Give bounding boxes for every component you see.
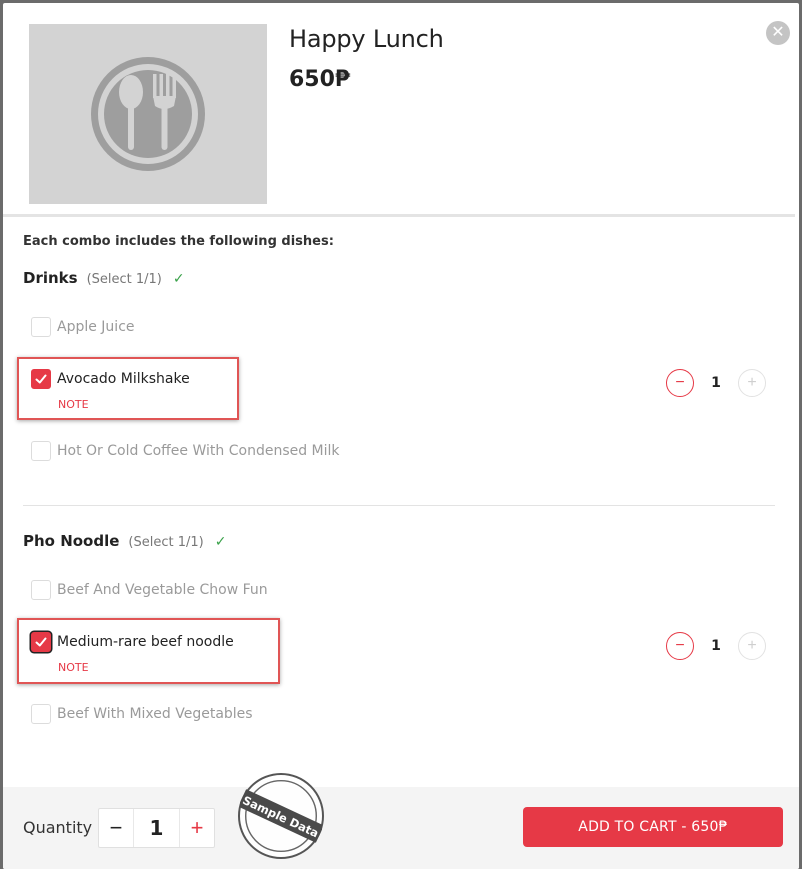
checkbox[interactable] <box>31 704 51 724</box>
increment-button[interactable]: + <box>738 632 766 660</box>
checkbox[interactable] <box>31 317 51 337</box>
header-divider <box>3 214 795 217</box>
note-link[interactable]: NOTE <box>58 398 89 411</box>
option-label: Avocado Milkshake <box>57 371 190 387</box>
svg-text:Sample Data: Sample Data <box>241 793 321 840</box>
group-name: Pho Noodle <box>23 532 120 550</box>
check-icon: ✓ <box>172 270 185 286</box>
checkbox[interactable] <box>31 580 51 600</box>
option-quantity: 1 <box>711 638 721 654</box>
close-icon: ✕ <box>771 24 785 41</box>
check-icon: ✓ <box>214 533 227 549</box>
option-label: Medium-rare beef noodle <box>57 634 234 650</box>
sample-data-stamp: Sample Data <box>238 773 324 859</box>
option-label: Beef And Vegetable Chow Fun <box>57 582 268 598</box>
option-medium-rare-beef-noodle[interactable]: Medium-rare beef noodle <box>31 632 234 652</box>
option-label: Apple Juice <box>57 319 135 335</box>
option-quantity-stepper: − 1 + <box>666 632 766 660</box>
spoon-fork-plate-icon <box>91 57 205 171</box>
option-quantity: 1 <box>711 375 721 391</box>
decrement-button[interactable]: − <box>666 632 694 660</box>
checkmark-icon <box>35 374 47 384</box>
modal-footer: Quantity − 1 + ADD TO CART - 650₱ <box>3 787 799 869</box>
option-beef-mixed-vegetables[interactable]: Beef With Mixed Vegetables <box>31 704 253 724</box>
quantity-decrement-button[interactable]: − <box>99 809 134 847</box>
group-header-drinks: Drinks (Select 1/1) ✓ <box>23 269 185 287</box>
combo-modal: Happy Lunch 650₱ ✕ Each combo includes t… <box>3 3 799 869</box>
note-link[interactable]: NOTE <box>58 661 89 674</box>
group-name: Drinks <box>23 269 78 287</box>
decrement-button[interactable]: − <box>666 369 694 397</box>
quantity-stepper: − 1 + <box>98 808 215 848</box>
checkbox-checked[interactable] <box>31 632 51 652</box>
checkmark-icon <box>35 637 47 647</box>
option-quantity-stepper: − 1 + <box>666 369 766 397</box>
product-price: 650₱ <box>289 67 351 92</box>
group-rule: (Select 1/1) <box>86 272 162 287</box>
section-divider <box>23 505 775 506</box>
option-label: Beef With Mixed Vegetables <box>57 706 253 722</box>
product-image <box>29 24 267 204</box>
quantity-value[interactable]: 1 <box>134 809 179 847</box>
close-button[interactable]: ✕ <box>766 21 790 45</box>
group-header-pho-noodle: Pho Noodle (Select 1/1) ✓ <box>23 532 226 550</box>
increment-button[interactable]: + <box>738 369 766 397</box>
option-avocado-milkshake[interactable]: Avocado Milkshake <box>31 369 190 389</box>
option-label: Hot Or Cold Coffee With Condensed Milk <box>57 443 340 459</box>
option-beef-vegetable-chow-fun[interactable]: Beef And Vegetable Chow Fun <box>31 580 268 600</box>
group-rule: (Select 1/1) <box>128 535 204 550</box>
combo-intro: Each combo includes the following dishes… <box>23 234 334 249</box>
quantity-label: Quantity <box>23 818 93 837</box>
option-hot-cold-coffee[interactable]: Hot Or Cold Coffee With Condensed Milk <box>31 441 340 461</box>
option-apple-juice[interactable]: Apple Juice <box>31 317 135 337</box>
checkbox[interactable] <box>31 441 51 461</box>
checkbox-checked[interactable] <box>31 369 51 389</box>
sample-data-seal: Sample Data <box>240 780 322 852</box>
add-to-cart-button[interactable]: ADD TO CART - 650₱ <box>523 807 783 847</box>
product-title: Happy Lunch <box>289 25 444 53</box>
quantity-increment-button[interactable]: + <box>179 809 214 847</box>
